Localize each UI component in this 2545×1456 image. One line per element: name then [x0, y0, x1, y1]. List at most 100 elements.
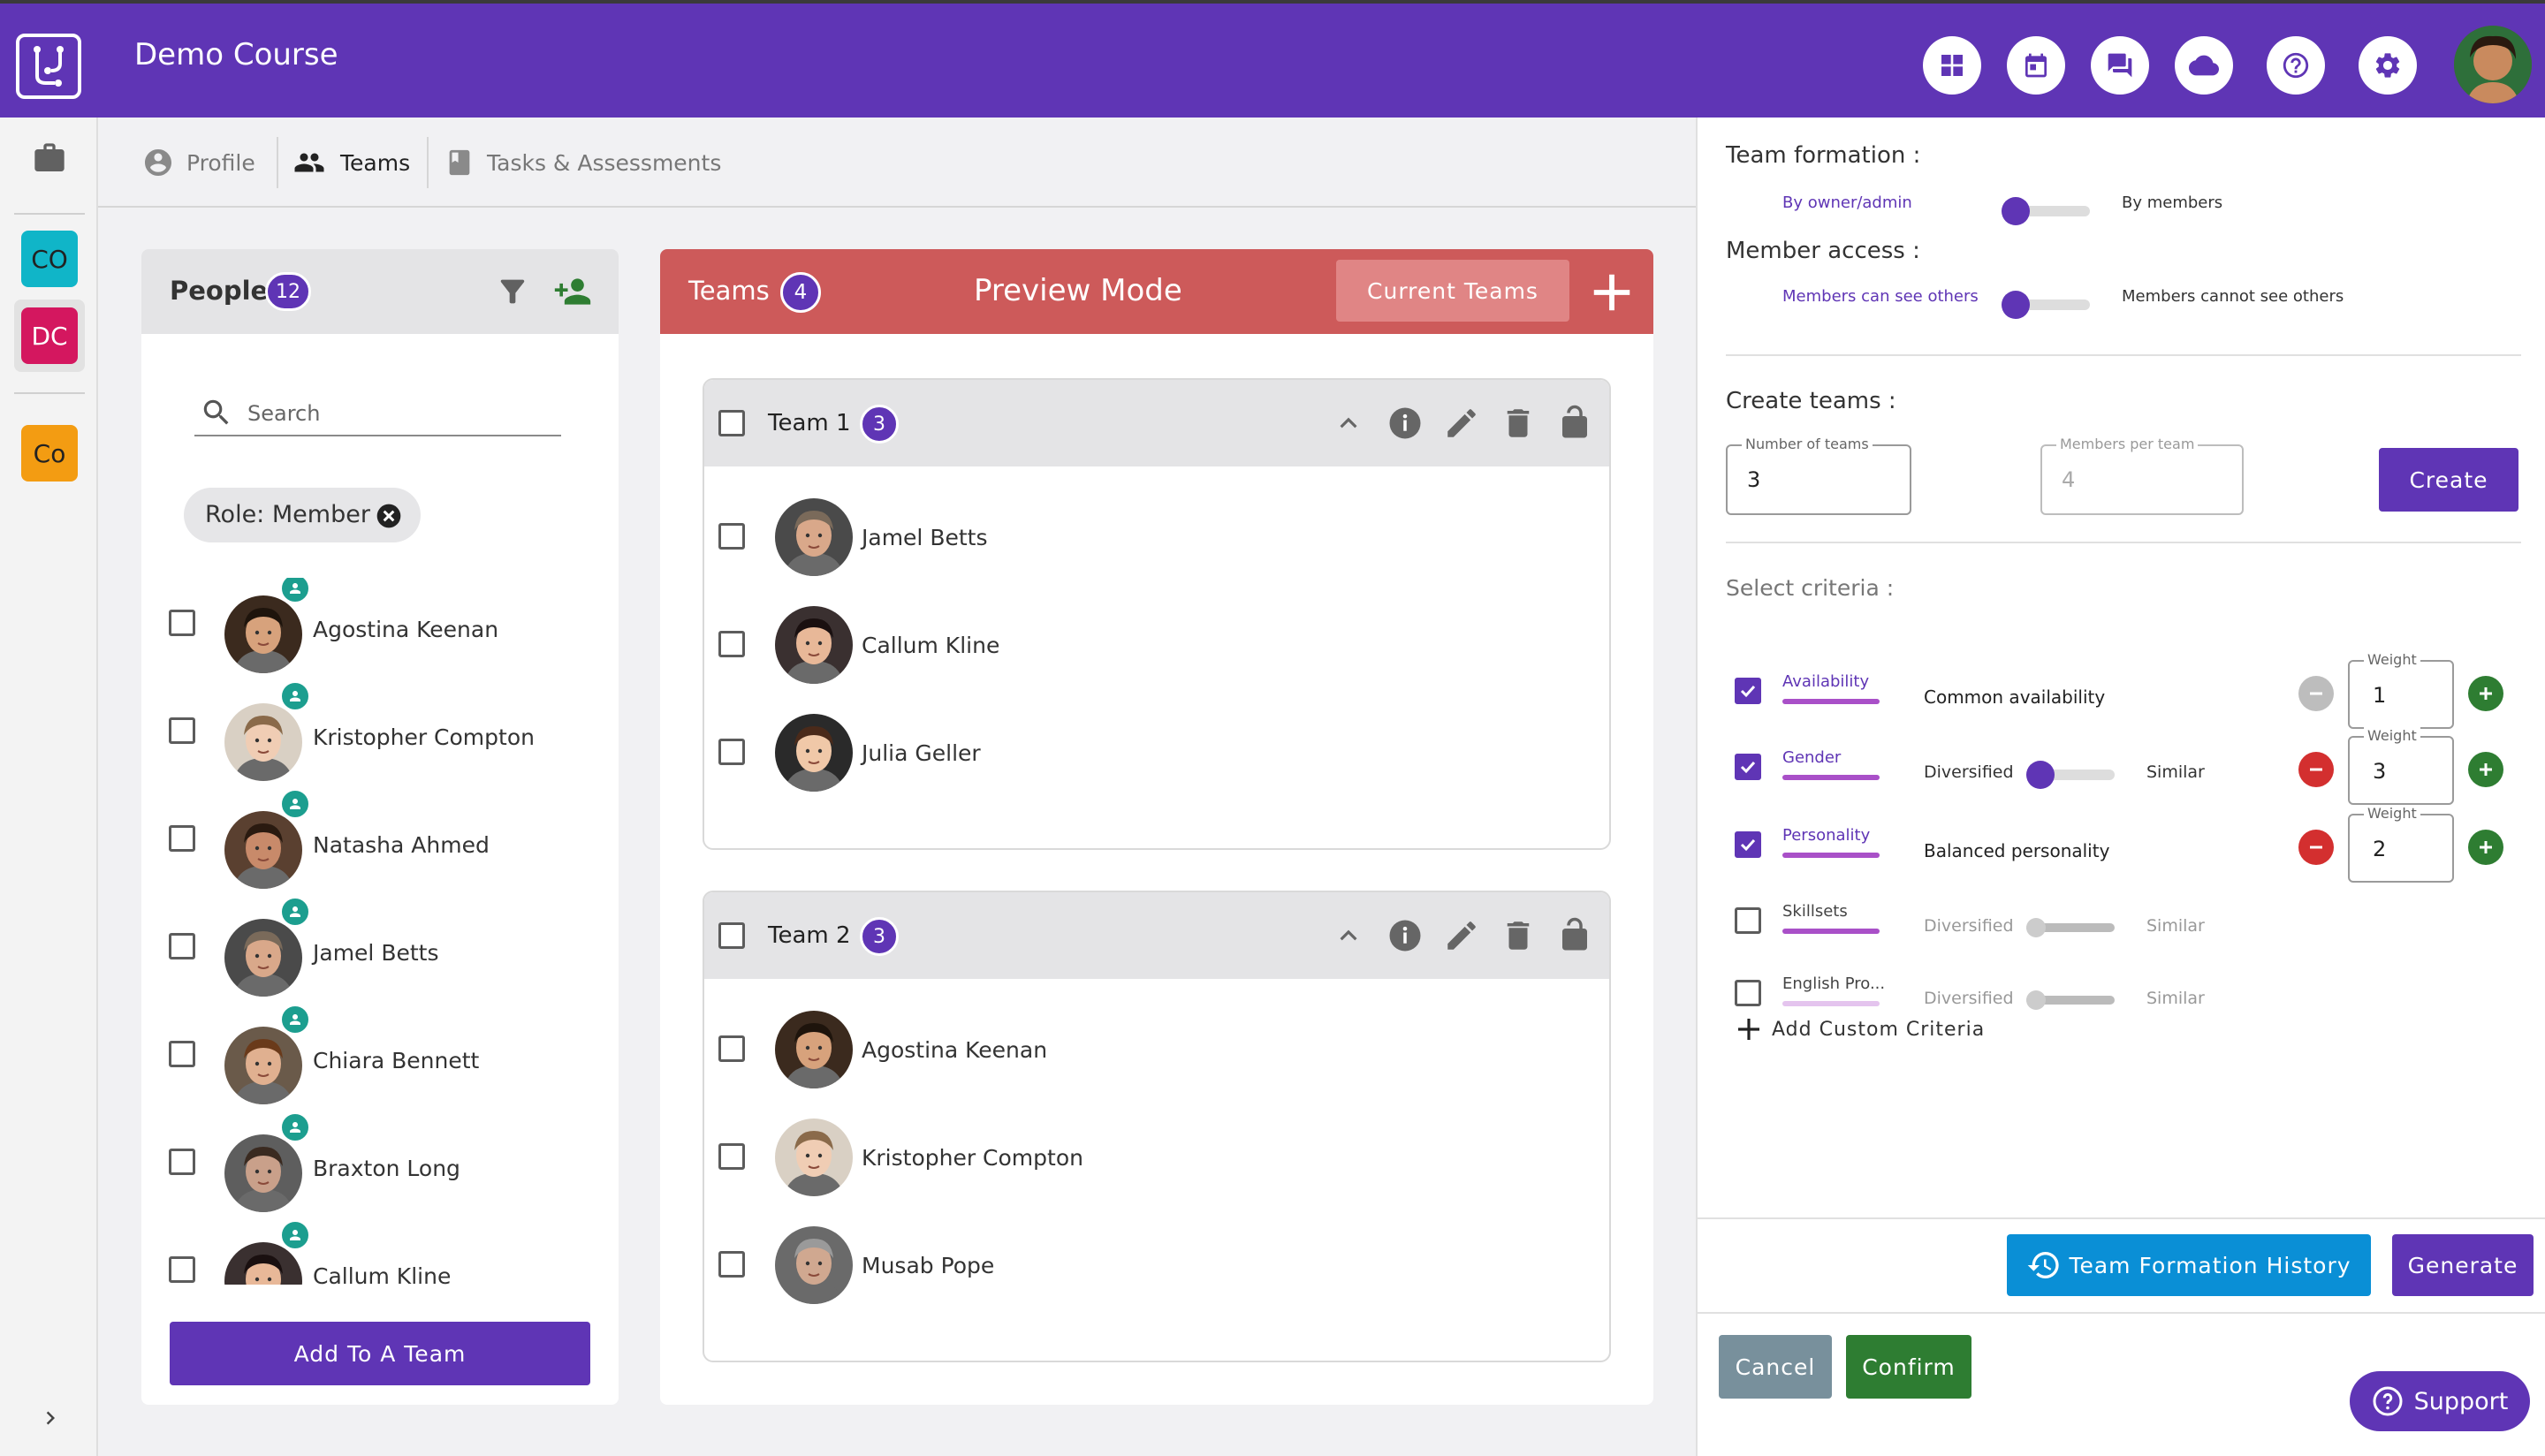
weight-field[interactable]: Weight 3	[2348, 727, 2454, 805]
increase-weight-button[interactable]	[2468, 676, 2503, 711]
filter-button[interactable]	[495, 274, 530, 309]
member-name: Callum Kline	[313, 1263, 452, 1285]
calendar-button[interactable]	[2007, 36, 2065, 95]
collapse-team-button[interactable]	[1332, 919, 1365, 952]
member-checkbox[interactable]	[169, 1256, 195, 1283]
course-chip-co-lower[interactable]: Co	[21, 425, 78, 482]
criteria-checkbox[interactable]	[1735, 980, 1761, 1006]
team-checkbox[interactable]	[718, 922, 745, 949]
team-member-name: Musab Pope	[862, 1253, 995, 1278]
member-checkbox[interactable]	[169, 610, 195, 636]
dashboard-button[interactable]	[1923, 36, 1981, 95]
add-custom-criteria-button[interactable]: Add Custom Criteria	[1735, 1015, 1985, 1043]
current-teams-button[interactable]: Current Teams	[1336, 260, 1569, 322]
team-info-button[interactable]	[1386, 917, 1424, 954]
cloud-button[interactable]	[2175, 36, 2233, 95]
person-icon	[290, 691, 300, 701]
formation-owner-option[interactable]: By owner/admin	[1782, 193, 1912, 212]
generate-button[interactable]: Generate	[2392, 1234, 2534, 1296]
team-member-checkbox[interactable]	[718, 1035, 745, 1062]
member-checkbox[interactable]	[169, 933, 195, 959]
team-member-row[interactable]: Musab Pope	[704, 1221, 1609, 1309]
app-logo[interactable]	[16, 34, 81, 99]
team-member-row[interactable]: Jamel Betts	[704, 493, 1609, 581]
lock-team-button[interactable]	[1556, 403, 1593, 442]
list-item[interactable]: Braxton Long	[141, 1111, 619, 1225]
tab-teams[interactable]: Teams	[291, 118, 410, 208]
tab-tasks[interactable]: Tasks & Assessments	[444, 118, 721, 208]
access-see-option[interactable]: Members can see others	[1782, 287, 1979, 306]
help-button[interactable]	[2267, 36, 2325, 95]
members-per-team-field[interactable]: Members per team 4	[2040, 436, 2244, 515]
criteria-checkbox[interactable]	[1735, 907, 1761, 934]
member-checkbox[interactable]	[169, 1041, 195, 1067]
criteria-checkbox[interactable]	[1735, 754, 1761, 780]
edit-team-button[interactable]	[1443, 917, 1480, 954]
section-divider	[1698, 1312, 2545, 1314]
course-chip-co[interactable]: CO	[21, 231, 78, 287]
confirm-button[interactable]: Confirm	[1846, 1335, 1971, 1399]
search-field[interactable]: Search	[194, 392, 561, 436]
remove-filter-button[interactable]	[375, 502, 403, 530]
course-chip-dc[interactable]: DC	[21, 307, 78, 364]
weight-field[interactable]: Weight 2	[2348, 805, 2454, 883]
decrease-weight-button[interactable]	[2298, 752, 2334, 787]
tab-profile[interactable]: Profile	[142, 118, 255, 208]
formation-members-option[interactable]: By members	[2122, 193, 2222, 212]
settings-button[interactable]	[2359, 36, 2417, 95]
member-checkbox[interactable]	[169, 717, 195, 744]
team-member-row[interactable]: Callum Kline	[704, 601, 1609, 689]
member-checkbox[interactable]	[169, 1149, 195, 1175]
list-item[interactable]: Callum Kline	[141, 1219, 619, 1285]
person-icon	[290, 799, 300, 809]
decrease-weight-button[interactable]	[2298, 676, 2334, 711]
lock-team-button[interactable]	[1556, 915, 1593, 954]
create-button[interactable]: Create	[2379, 448, 2518, 512]
team-member-checkbox[interactable]	[718, 739, 745, 765]
people-header: People 12	[141, 249, 619, 334]
team-formation-history-button[interactable]: Team Formation History	[2007, 1234, 2371, 1296]
number-of-teams-field[interactable]: Number of teams 3	[1726, 436, 1911, 515]
list-item[interactable]: Agostina Keenan	[141, 578, 619, 686]
add-team-button[interactable]	[1588, 269, 1636, 316]
weight-field[interactable]: Weight 1	[2348, 651, 2454, 729]
decrease-weight-button[interactable]	[2298, 830, 2334, 865]
team-member-row[interactable]: Julia Geller	[704, 709, 1609, 797]
team-member-row[interactable]: Agostina Keenan	[704, 1005, 1609, 1094]
team-member-checkbox[interactable]	[718, 1251, 745, 1278]
list-item[interactable]: Chiara Bennett	[141, 1004, 619, 1117]
user-avatar[interactable]	[2454, 26, 2532, 103]
edit-team-button[interactable]	[1443, 405, 1480, 442]
add-to-team-button[interactable]: Add To A Team	[170, 1322, 590, 1385]
criteria-underline	[1782, 775, 1880, 780]
access-nosee-option[interactable]: Members cannot see others	[2122, 287, 2344, 306]
team-checkbox[interactable]	[718, 410, 745, 436]
increase-weight-button[interactable]	[2468, 830, 2503, 865]
briefcase-button[interactable]	[31, 140, 68, 176]
avatar	[775, 1119, 853, 1196]
list-item[interactable]: Jamel Betts	[141, 896, 619, 1009]
add-person-button[interactable]	[551, 272, 594, 311]
team-member-checkbox[interactable]	[718, 1143, 745, 1170]
criteria-checkbox[interactable]	[1735, 831, 1761, 858]
delete-team-button[interactable]	[1500, 405, 1537, 442]
team-info-button[interactable]	[1386, 405, 1424, 442]
criteria-checkbox[interactable]	[1735, 678, 1761, 704]
expand-rail-button[interactable]	[37, 1405, 64, 1431]
team-member-checkbox[interactable]	[718, 523, 745, 550]
teams-header: Teams 4 Preview Mode Current Teams	[660, 249, 1653, 334]
people-count-badge: 12	[265, 272, 311, 311]
list-item[interactable]: Kristopher Compton	[141, 680, 619, 793]
role-filter-chip[interactable]: Role: Member	[184, 488, 421, 542]
support-button[interactable]: Support	[2350, 1371, 2530, 1431]
increase-weight-button[interactable]	[2468, 752, 2503, 787]
member-checkbox[interactable]	[169, 825, 195, 852]
chat-button[interactable]	[2091, 36, 2149, 95]
briefcase-icon	[34, 143, 65, 171]
team-member-row[interactable]: Kristopher Compton	[704, 1113, 1609, 1202]
list-item[interactable]: Natasha Ahmed	[141, 788, 619, 901]
team-member-checkbox[interactable]	[718, 631, 745, 657]
delete-team-button[interactable]	[1500, 917, 1537, 954]
collapse-team-button[interactable]	[1332, 406, 1365, 440]
cancel-button[interactable]: Cancel	[1719, 1335, 1832, 1399]
